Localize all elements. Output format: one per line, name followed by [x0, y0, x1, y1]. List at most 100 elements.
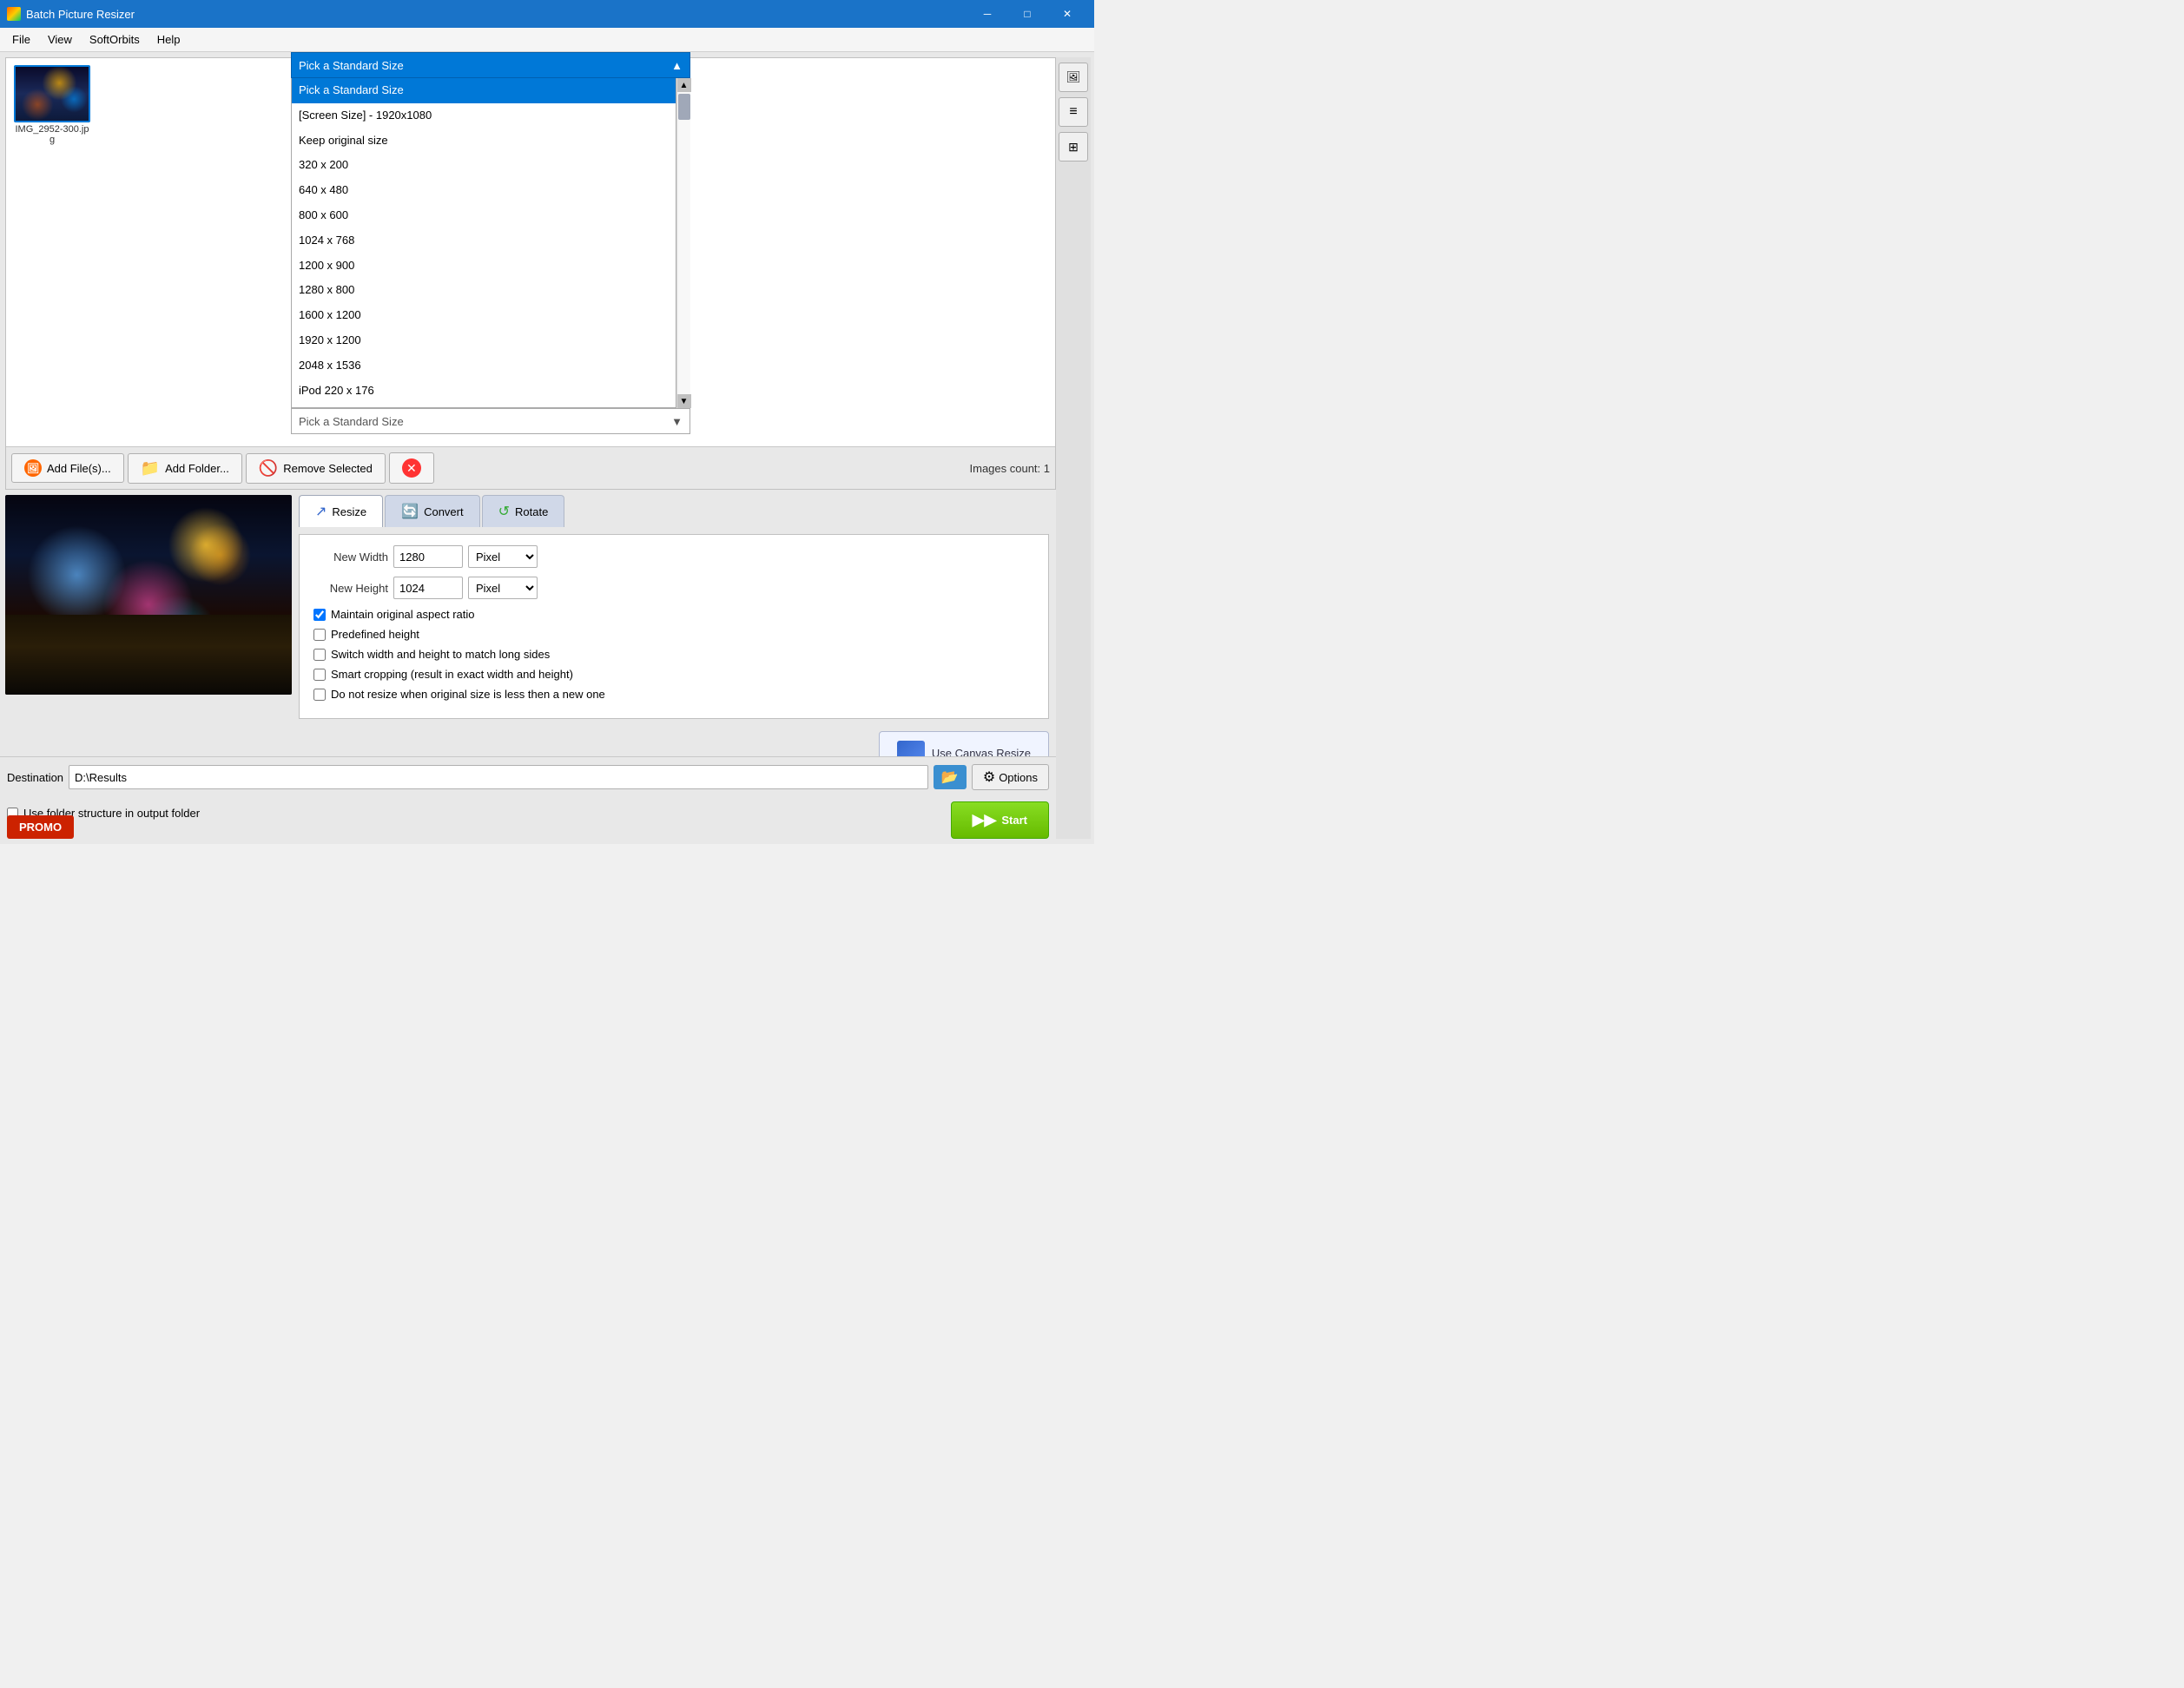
start-button[interactable]: ▶▶ Start [951, 801, 1049, 839]
title-bar: Batch Picture Resizer ─ □ ✕ [0, 0, 1094, 28]
list-item[interactable]: IMG_2952-300.jpg [13, 65, 91, 145]
list-view-button[interactable]: ≡ [1059, 97, 1088, 127]
tab-convert[interactable]: 🔄 Convert [385, 495, 479, 527]
dropdown-item-3[interactable]: 320 x 200 [292, 153, 676, 178]
bottom-section: ↗ Resize 🔄 Convert ↺ Rotate [0, 495, 1056, 844]
promo-button[interactable]: PROMO [7, 815, 74, 839]
smart-crop-label: Smart cropping (result in exact width an… [331, 668, 573, 681]
dropdown-item-12[interactable]: iPod 220 x 176 [292, 379, 676, 404]
dropdown-item-1[interactable]: [Screen Size] - 1920x1080 [292, 103, 676, 129]
file-name: IMG_2952-300.jpg [13, 124, 91, 145]
preview-road [5, 615, 292, 695]
resize-icon: ↗ [315, 503, 327, 520]
dropdown-item-4[interactable]: 640 x 480 [292, 178, 676, 203]
dropdown-item-7[interactable]: 1200 x 900 [292, 254, 676, 279]
remove-icon: 🚫 [259, 459, 278, 478]
maximize-button[interactable]: □ [1007, 0, 1047, 28]
dropdown-item-5[interactable]: 800 x 600 [292, 203, 676, 228]
minimize-button[interactable]: ─ [967, 0, 1007, 28]
add-folder-icon: 📁 [141, 459, 160, 478]
settings-panel: ↗ Resize 🔄 Convert ↺ Rotate [292, 495, 1056, 721]
rotate-icon: ↺ [498, 503, 510, 520]
dropdown-item-2[interactable]: Keep original size [292, 129, 676, 154]
no-resize-row: Do not resize when original size is less… [310, 688, 1038, 701]
convert-icon: 🔄 [401, 503, 419, 520]
menu-file[interactable]: File [3, 30, 39, 49]
folder-icon: 📂 [941, 768, 959, 786]
size-dropdown-overlay: Pick a Standard Size ▲ Pick a Standard S… [291, 52, 690, 434]
maintain-aspect-checkbox[interactable] [313, 609, 326, 621]
dropdown-arrow-down: ▼ [671, 415, 683, 428]
tab-rotate[interactable]: ↺ Rotate [482, 495, 565, 527]
destination-label: Destination [7, 771, 63, 784]
menu-softorbits[interactable]: SoftOrbits [81, 30, 148, 49]
predefined-height-row: Predefined height [310, 628, 1038, 641]
height-unit-select[interactable]: Pixel Percent Inch Cm [468, 577, 538, 599]
large-view-button[interactable]: 🖼 [1059, 63, 1088, 92]
clear-all-button[interactable]: ✕ [389, 452, 434, 484]
switch-sides-label: Switch width and height to match long si… [331, 648, 550, 661]
dropdown-footer[interactable]: Pick a Standard Size ▼ [291, 408, 690, 434]
dropdown-item-8[interactable]: 1280 x 800 [292, 278, 676, 303]
dropdown-body: Pick a Standard Size [Screen Size] - 192… [291, 78, 690, 408]
switch-sides-row: Switch width and height to match long si… [310, 648, 1038, 661]
title-bar-controls: ─ □ ✕ [967, 0, 1087, 28]
menu-bar: File View SoftOrbits Help [0, 28, 1094, 52]
dropdown-list: Pick a Standard Size [Screen Size] - 192… [291, 78, 676, 408]
menu-view[interactable]: View [39, 30, 81, 49]
dropdown-item-13[interactable]: iPod Classic/Nano 320 x 240 [292, 403, 676, 408]
scroll-up-btn[interactable]: ▲ [677, 78, 691, 92]
right-sidebar: 🖼 ≡ ⊞ [1056, 57, 1091, 839]
width-unit-select[interactable]: Pixel Percent Inch Cm [468, 545, 538, 568]
add-files-icon: 🖼 [24, 459, 42, 477]
maintain-aspect-label: Maintain original aspect ratio [331, 608, 474, 621]
dropdown-item-0[interactable]: Pick a Standard Size [292, 78, 676, 103]
tab-resize[interactable]: ↗ Resize [299, 495, 383, 527]
remove-selected-button[interactable]: 🚫 Remove Selected [246, 453, 386, 484]
gear-icon: ⚙ [983, 768, 995, 786]
height-row: New Height Pixel Percent Inch Cm [310, 577, 1038, 599]
app-icon [7, 7, 21, 21]
dropdown-item-6[interactable]: 1024 x 768 [292, 228, 676, 254]
close-button[interactable]: ✕ [1047, 0, 1087, 28]
browse-folder-button[interactable]: 📂 [934, 765, 967, 789]
dropdown-trigger[interactable]: Pick a Standard Size ▲ [291, 52, 690, 78]
scroll-thumb[interactable] [678, 94, 690, 120]
switch-sides-checkbox[interactable] [313, 649, 326, 661]
maintain-aspect-row: Maintain original aspect ratio [310, 608, 1038, 621]
width-label: New Width [310, 551, 388, 564]
grid-view-button[interactable]: ⊞ [1059, 132, 1088, 162]
width-row: New Width Pixel Percent Inch Cm [310, 545, 1038, 568]
destination-bar: Destination 📂 ⚙ Options [0, 756, 1056, 797]
destination-input[interactable] [69, 765, 928, 789]
menu-help[interactable]: Help [148, 30, 189, 49]
large-view-icon: 🖼 [1066, 70, 1081, 84]
no-resize-checkbox[interactable] [313, 689, 326, 701]
add-folder-button[interactable]: 📁 Add Folder... [128, 453, 242, 484]
main-container: IMG_2952-300.jpg 🖼 Add File(s)... 📁 Add … [0, 52, 1094, 844]
dropdown-scrollbar[interactable]: ▲ ▼ [676, 78, 690, 408]
smart-crop-checkbox[interactable] [313, 669, 326, 681]
dropdown-arrow-up: ▲ [671, 59, 683, 72]
height-input[interactable] [393, 577, 463, 599]
title-bar-left: Batch Picture Resizer [7, 7, 135, 21]
dropdown-item-9[interactable]: 1600 x 1200 [292, 303, 676, 328]
smart-crop-row: Smart cropping (result in exact width an… [310, 668, 1038, 681]
preview-area [5, 495, 292, 695]
width-input[interactable] [393, 545, 463, 568]
scroll-down-btn[interactable]: ▼ [677, 394, 691, 408]
add-files-button[interactable]: 🖼 Add File(s)... [11, 453, 124, 483]
tab-bar: ↗ Resize 🔄 Convert ↺ Rotate [299, 495, 1049, 527]
file-toolbar: 🖼 Add File(s)... 📁 Add Folder... 🚫 Remov… [6, 446, 1055, 489]
dropdown-item-11[interactable]: 2048 x 1536 [292, 353, 676, 379]
dropdown-item-10[interactable]: 1920 x 1200 [292, 328, 676, 353]
predefined-height-checkbox[interactable] [313, 629, 326, 641]
thumbnail [14, 65, 90, 122]
height-label: New Height [310, 582, 388, 595]
image-count: Images count: 1 [970, 462, 1051, 475]
clear-icon: ✕ [402, 458, 421, 478]
options-button[interactable]: ⚙ Options [972, 764, 1049, 790]
list-view-icon: ≡ [1069, 104, 1077, 120]
app-title: Batch Picture Resizer [26, 8, 135, 21]
thumbnail-image [16, 67, 89, 121]
